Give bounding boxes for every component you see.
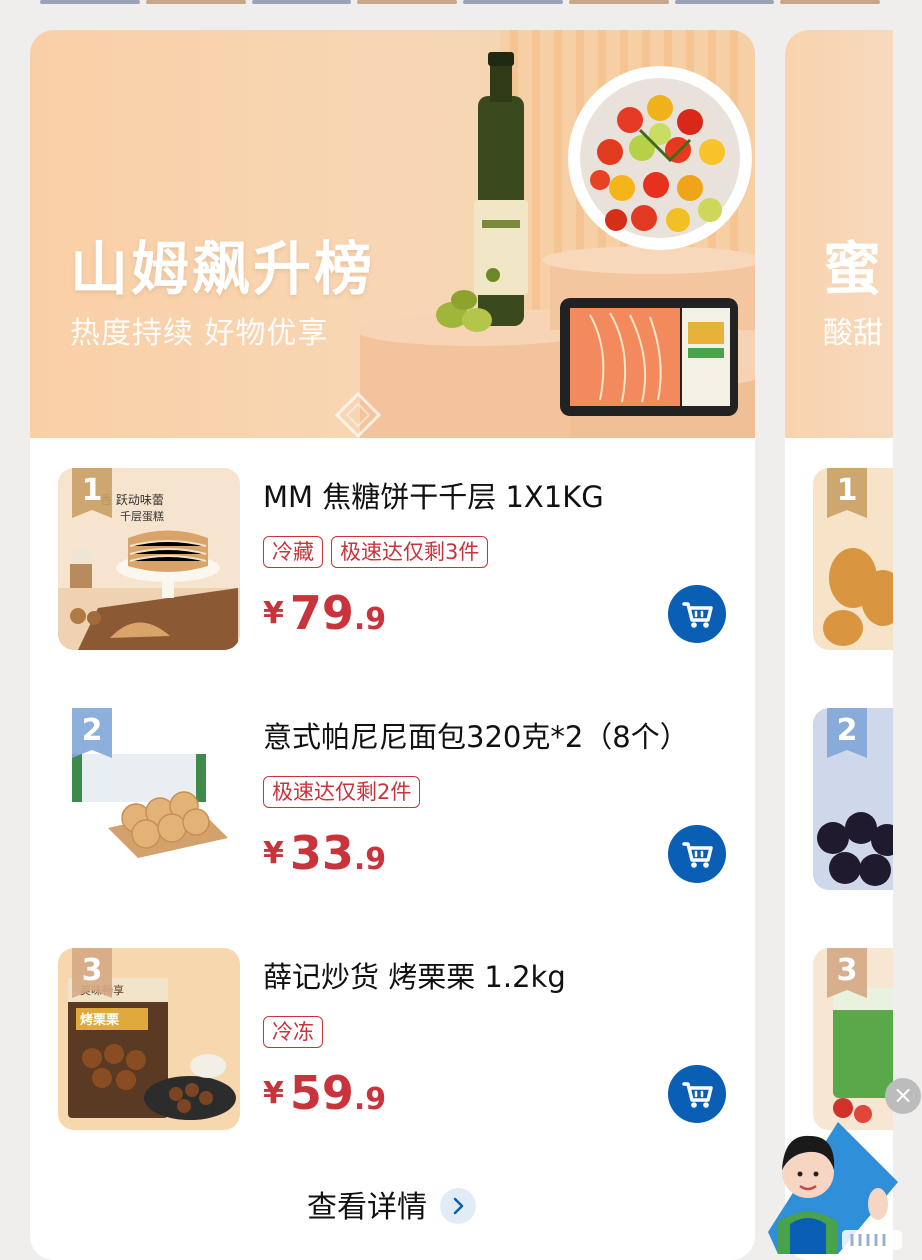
rank-number: 2 xyxy=(81,713,103,748)
next-card-subtitle: 酸甜 xyxy=(823,316,883,351)
product-price: ¥59.9 xyxy=(263,1066,386,1120)
banner-title: 山姆飙升榜 xyxy=(70,235,376,303)
add-to-cart-button[interactable] xyxy=(668,825,726,883)
price-decimal: .9 xyxy=(353,1082,387,1117)
rank-number: 1 xyxy=(81,473,103,508)
next-card-thumbnail-3[interactable]: 3 xyxy=(813,948,893,1130)
product-thumbnail[interactable]: 香 跃动味蕾 千层蛋糕 1 xyxy=(58,468,240,650)
price-decimal: .9 xyxy=(353,842,387,877)
rank-number: 3 xyxy=(81,953,103,988)
product-title[interactable]: 薛记炒货 烤栗栗 1.2kg xyxy=(263,954,566,996)
product-price: ¥33.9 xyxy=(263,826,386,880)
top-carousel-strip xyxy=(40,0,880,4)
price-integer: 59 xyxy=(289,1066,354,1120)
product-item-1[interactable]: 香 跃动味蕾 千层蛋糕 1 MM 焦糖饼干千层 1X1KG 冷藏 极速达仅剩3件… xyxy=(58,468,748,650)
price-integer: 79 xyxy=(289,586,354,640)
product-tags: 冷冻 xyxy=(263,1016,323,1048)
svg-text:烤栗栗: 烤栗栗 xyxy=(80,1012,119,1028)
price-decimal: .9 xyxy=(353,602,387,637)
cart-icon xyxy=(682,1082,713,1108)
next-card-thumbnail-2[interactable]: 2 xyxy=(813,708,893,890)
product-price: ¥79.9 xyxy=(263,586,386,640)
close-icon: × xyxy=(892,1081,914,1109)
tag-stock: 极速达仅剩3件 xyxy=(331,536,489,568)
view-details-arrow[interactable] xyxy=(440,1188,476,1224)
rank-number: 1 xyxy=(836,473,858,508)
product-tags: 极速达仅剩2件 xyxy=(263,776,421,808)
currency-symbol: ¥ xyxy=(263,596,284,631)
assistant-avatar[interactable] xyxy=(748,1112,908,1254)
tag-storage: 冷冻 xyxy=(263,1016,323,1048)
diamond-decoration-icon xyxy=(335,392,381,438)
product-thumbnail[interactable]: 美味畅享 烤栗栗 3 xyxy=(58,948,240,1130)
ranking-banner[interactable]: 山姆飙升榜 热度持续 好物优享 xyxy=(30,30,755,438)
cart-icon xyxy=(682,842,713,868)
product-item-3[interactable]: 美味畅享 烤栗栗 3 薛记炒货 烤栗栗 1.2kg 冷冻 ¥59.9 xyxy=(58,948,748,1130)
product-title[interactable]: 意式帕尼尼面包320克*2（8个） xyxy=(263,714,689,756)
next-card-thumbnail-1[interactable]: 1 xyxy=(813,468,893,650)
product-tags: 冷藏 极速达仅剩3件 xyxy=(263,536,489,568)
currency-symbol: ¥ xyxy=(263,1076,284,1111)
product-thumbnail[interactable]: 2 xyxy=(58,708,240,890)
add-to-cart-button[interactable] xyxy=(668,585,726,643)
svg-text:千层蛋糕: 千层蛋糕 xyxy=(120,509,164,523)
product-item-2[interactable]: 2 意式帕尼尼面包320克*2（8个） 极速达仅剩2件 ¥33.9 xyxy=(58,708,748,890)
currency-symbol: ¥ xyxy=(263,836,284,871)
tag-storage: 冷藏 xyxy=(263,536,323,568)
view-details-link[interactable]: 查看详情 xyxy=(307,1182,427,1226)
chevron-right-icon xyxy=(453,1197,464,1215)
price-integer: 33 xyxy=(289,826,354,880)
tag-stock: 极速达仅剩2件 xyxy=(263,776,421,808)
banner-subtitle: 热度持续 好物优享 xyxy=(70,316,329,351)
add-to-cart-button[interactable] xyxy=(668,1065,726,1123)
close-float-button[interactable]: × xyxy=(885,1078,921,1114)
cart-icon xyxy=(682,602,713,628)
rank-number: 2 xyxy=(836,713,858,748)
banner-product-image xyxy=(360,30,755,438)
product-title[interactable]: MM 焦糖饼干千层 1X1KG xyxy=(263,474,604,516)
rank-number: 3 xyxy=(836,953,858,988)
ranking-card[interactable]: 山姆飙升榜 热度持续 好物优享 香 跃动味蕾 千层蛋糕 1 MM 焦糖饼干千层 … xyxy=(30,30,755,1260)
next-card-title: 蜜 xyxy=(823,235,882,303)
next-ranking-card[interactable]: 蜜 酸甜 1 2 3 xyxy=(785,30,893,1260)
